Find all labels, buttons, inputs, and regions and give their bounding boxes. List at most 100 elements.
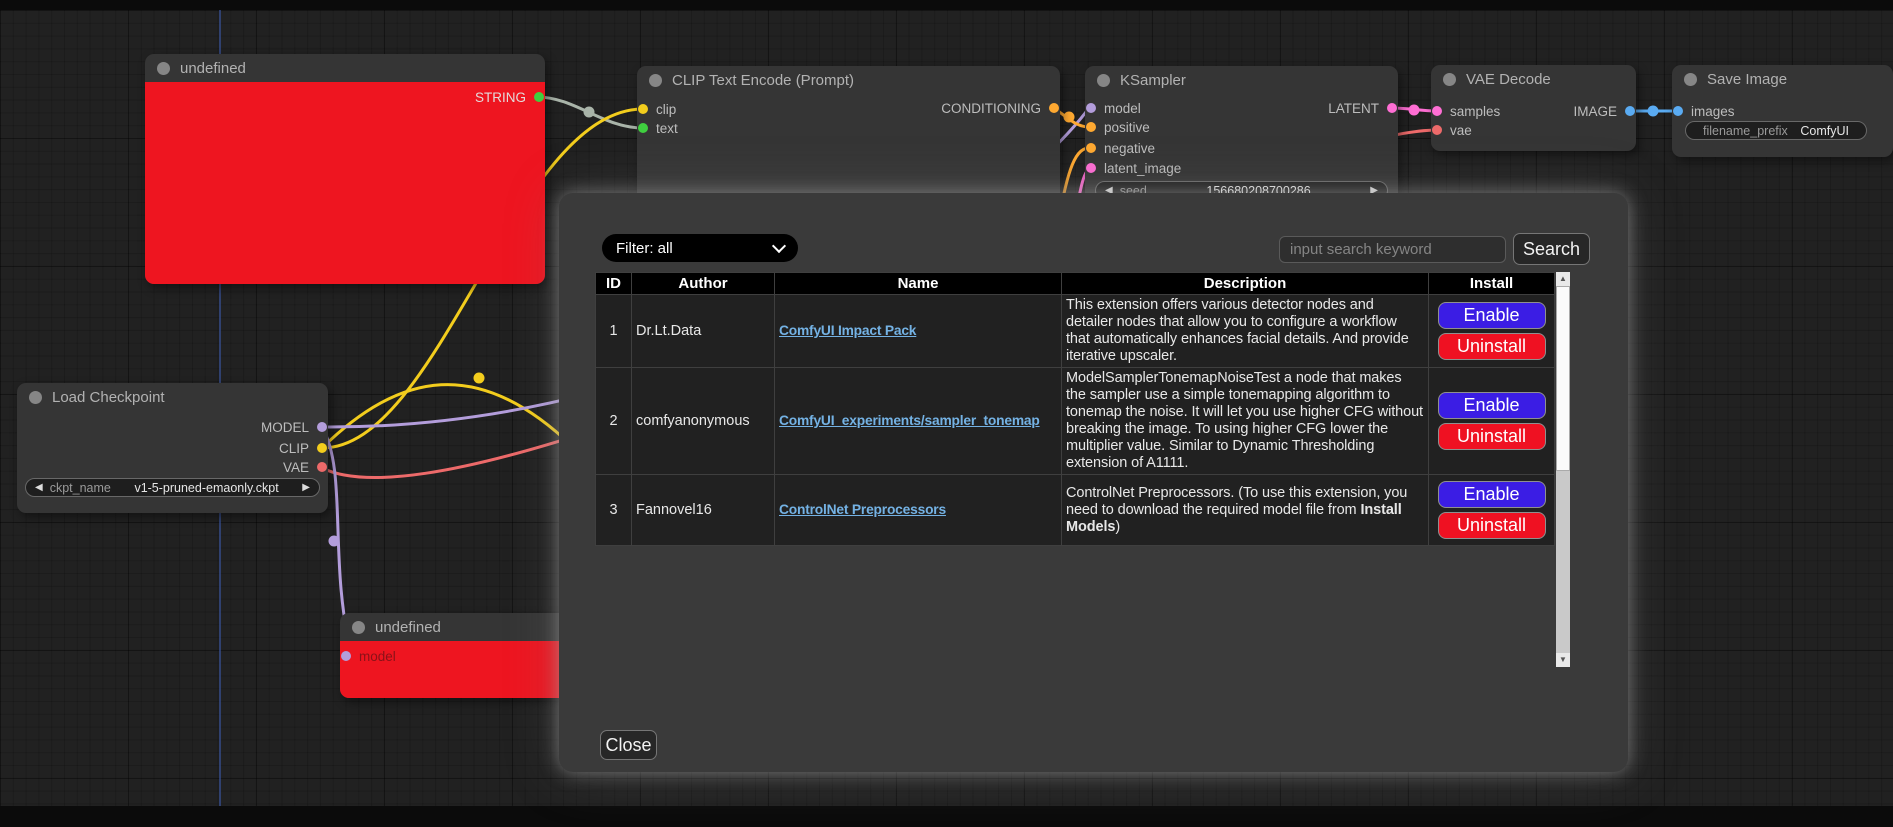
output-label: IMAGE (1573, 104, 1617, 119)
input-label: positive (1104, 120, 1150, 135)
widget-value: ComfyUI (1800, 124, 1849, 138)
input-label: model (359, 649, 396, 664)
decrement-arrow-icon[interactable]: ◀ (35, 483, 43, 493)
uninstall-button[interactable]: Uninstall (1438, 333, 1546, 360)
output-dot-latent[interactable] (1387, 103, 1397, 113)
node-vae-decode[interactable]: VAE Decode samples vae IMAGE (1431, 65, 1636, 151)
enable-button[interactable]: Enable (1438, 392, 1546, 419)
node-undefined-top[interactable]: undefined STRING (145, 54, 545, 284)
input-dot-clip[interactable] (638, 104, 648, 114)
table-row: 1 Dr.Lt.Data ComfyUI Impact Pack This ex… (596, 295, 1555, 368)
input-dot-samples[interactable] (1432, 106, 1442, 116)
node-load-checkpoint[interactable]: Load Checkpoint MODEL CLIP VAE ◀ ckpt_na… (17, 383, 328, 513)
input-label: clip (656, 102, 676, 117)
input-dot-positive[interactable] (1086, 122, 1096, 132)
input-label: latent_image (1104, 161, 1181, 176)
chevron-down-icon (772, 239, 786, 253)
node-title: Save Image (1707, 71, 1787, 88)
node-collapse-dot[interactable] (649, 74, 662, 87)
output-label: STRING (475, 90, 526, 105)
output-dot-model[interactable] (317, 422, 327, 432)
input-dot-images[interactable] (1673, 106, 1683, 116)
input-dot-text[interactable] (638, 123, 648, 133)
uninstall-button[interactable]: Uninstall (1438, 423, 1546, 450)
output-dot-image[interactable] (1625, 106, 1635, 116)
filename-prefix-widget[interactable]: filename_prefix ComfyUI (1685, 121, 1867, 140)
increment-arrow-icon[interactable]: ▶ (302, 483, 310, 493)
filter-select[interactable]: Filter: all (602, 234, 798, 262)
enable-button[interactable]: Enable (1438, 302, 1546, 329)
search-input[interactable] (1279, 236, 1506, 263)
input-dot-model[interactable] (1086, 103, 1096, 113)
ext-id: 2 (596, 368, 632, 475)
output-dot-clip[interactable] (317, 443, 327, 453)
ext-description: ModelSamplerTonemapNoiseTest a node that… (1062, 368, 1429, 475)
ext-id: 3 (596, 475, 632, 546)
ext-id: 1 (596, 295, 632, 368)
widget-label: ckpt_name (50, 481, 111, 495)
node-collapse-dot[interactable] (29, 391, 42, 404)
extension-manager-dialog: Filter: all Search ID Author Name Descri… (559, 193, 1628, 772)
output-label: CONDITIONING (941, 101, 1041, 116)
col-header-install: Install (1429, 273, 1555, 295)
table-row: 3 Fannovel16 ControlNet Preprocessors Co… (596, 475, 1555, 546)
input-dot-vae[interactable] (1432, 125, 1442, 135)
node-ksampler[interactable]: KSampler model positive negative latent_… (1085, 66, 1398, 204)
node-collapse-dot[interactable] (1443, 73, 1456, 86)
node-save-image[interactable]: Save Image images filename_prefix ComfyU… (1672, 65, 1893, 157)
ext-name-link[interactable]: ComfyUI Impact Pack (779, 323, 916, 338)
scroll-down-icon[interactable]: ▼ (1556, 653, 1570, 667)
ext-author: Fannovel16 (632, 475, 775, 546)
node-title: undefined (375, 619, 441, 636)
scrollbar[interactable]: ▲ ▼ (1556, 272, 1570, 667)
ext-description: This extension offers various detector n… (1062, 295, 1429, 368)
input-label: model (1104, 101, 1141, 116)
node-collapse-dot[interactable] (352, 621, 365, 634)
col-header-id: ID (596, 273, 632, 295)
node-title: CLIP Text Encode (Prompt) (672, 72, 854, 89)
ext-author: comfyanonymous (632, 368, 775, 475)
input-label: images (1691, 104, 1735, 119)
node-collapse-dot[interactable] (1097, 74, 1110, 87)
widget-value: v1-5-pruned-emaonly.ckpt (134, 481, 278, 495)
ext-author: Dr.Lt.Data (632, 295, 775, 368)
input-label: negative (1104, 141, 1155, 156)
output-label: CLIP (279, 441, 309, 456)
node-title: KSampler (1120, 72, 1186, 89)
node-clip-text-encode[interactable]: CLIP Text Encode (Prompt) clip text COND… (637, 66, 1060, 206)
enable-button[interactable]: Enable (1438, 481, 1546, 508)
comfyui-window: undefined STRING CLIP Text Encode (Promp… (0, 0, 1893, 827)
ext-name-link[interactable]: ComfyUI_experiments/sampler_tonemap (779, 413, 1040, 428)
ckpt-name-widget[interactable]: ◀ ckpt_name v1-5-pruned-emaonly.ckpt ▶ (25, 478, 320, 497)
filter-selected-value: Filter: all (616, 240, 673, 257)
node-title: VAE Decode (1466, 71, 1551, 88)
output-dot-string[interactable] (534, 92, 544, 102)
output-dot-conditioning[interactable] (1049, 103, 1059, 113)
scrollbar-thumb[interactable] (1556, 286, 1570, 471)
bottom-edge (0, 806, 1893, 827)
scroll-up-icon[interactable]: ▲ (1556, 272, 1570, 286)
table-header-row: ID Author Name Description Install (596, 273, 1555, 295)
node-collapse-dot[interactable] (157, 62, 170, 75)
table-row: 2 comfyanonymous ComfyUI_experiments/sam… (596, 368, 1555, 475)
uninstall-button[interactable]: Uninstall (1438, 512, 1546, 539)
error-node-body (145, 82, 545, 284)
node-title: Load Checkpoint (52, 389, 165, 406)
output-label: LATENT (1328, 101, 1379, 116)
input-label: samples (1450, 104, 1500, 119)
input-label: text (656, 121, 678, 136)
ext-name-link[interactable]: ControlNet Preprocessors (779, 502, 946, 517)
search-button[interactable]: Search (1513, 233, 1590, 265)
output-label: VAE (283, 460, 309, 475)
node-collapse-dot[interactable] (1684, 73, 1697, 86)
output-label: MODEL (261, 420, 309, 435)
input-dot-latent-image[interactable] (1086, 163, 1096, 173)
close-button[interactable]: Close (600, 730, 657, 760)
ext-description: ControlNet Preprocessors. (To use this e… (1062, 475, 1429, 546)
input-dot-model[interactable] (341, 651, 351, 661)
input-dot-negative[interactable] (1086, 143, 1096, 153)
col-header-name: Name (775, 273, 1062, 295)
node-title: undefined (180, 60, 246, 77)
output-dot-vae[interactable] (317, 462, 327, 472)
node-undefined-bottom[interactable]: undefined model (340, 613, 570, 698)
